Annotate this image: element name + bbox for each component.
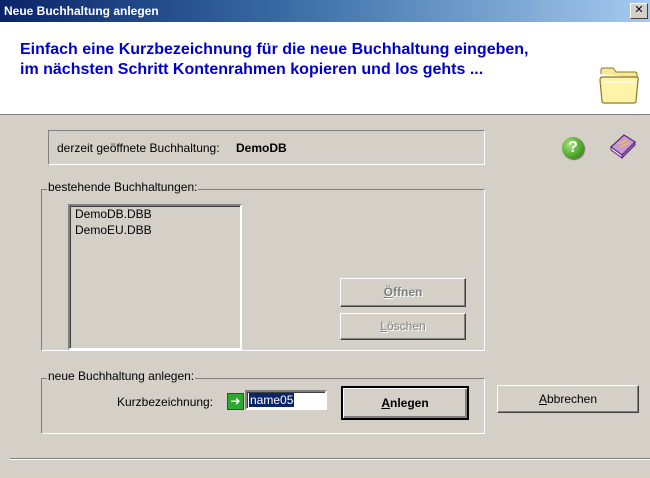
title-bar: Neue Buchhaltung anlegen ✕ <box>0 0 650 22</box>
book-icon[interactable] <box>608 131 638 159</box>
header-panel: Einfach eine Kurzbezeichnung für die neu… <box>0 22 650 115</box>
folder-icon <box>599 67 639 104</box>
new-database-label: neue Buchhaltung anlegen: <box>47 369 196 383</box>
create-button[interactable]: Anlegen <box>341 386 469 420</box>
close-button[interactable]: ✕ <box>630 3 648 19</box>
short-name-label: Kurzbezeichnung: <box>117 395 214 409</box>
window-title: Neue Buchhaltung anlegen <box>4 4 159 18</box>
list-item[interactable]: DemoEU.DBB <box>70 222 240 238</box>
existing-databases-label: bestehende Buchhaltungen: <box>47 180 199 194</box>
open-button[interactable]: Öffnen <box>340 278 466 307</box>
cancel-button-label: bbrechen <box>546 392 598 406</box>
arrow-right-icon: ➜ <box>227 393 244 410</box>
short-name-value: name05 <box>249 393 295 407</box>
list-item[interactable]: DemoDB.DBB <box>70 206 240 222</box>
create-button-access-key: A <box>381 396 390 410</box>
current-database-label: derzeit geöffnete Buchhaltung: <box>57 141 220 155</box>
cancel-button-access-key: A <box>538 392 547 406</box>
cancel-button[interactable]: Abbrechen <box>497 385 639 413</box>
status-bar <box>10 458 650 478</box>
header-line-2: im nächsten Schritt Kontenrahmen kopiere… <box>20 61 484 78</box>
open-button-label: ffnen <box>393 285 423 299</box>
help-icon[interactable]: ? <box>562 137 584 159</box>
header-message: Einfach eine Kurzbezeichnung für die neu… <box>20 40 590 80</box>
close-icon: ✕ <box>634 4 644 16</box>
header-line-1: Einfach eine Kurzbezeichnung für die neu… <box>20 41 529 58</box>
short-name-input[interactable]: name05 <box>245 390 327 410</box>
current-database-value: DemoDB <box>236 141 287 155</box>
open-button-access-key: Ö <box>383 285 393 299</box>
current-database-panel: derzeit geöffnete Buchhaltung: DemoDB <box>48 130 485 165</box>
delete-button-access-key: L <box>380 319 387 333</box>
delete-button[interactable]: Löschen <box>340 313 466 340</box>
delete-button-label: öschen <box>386 319 426 333</box>
help-glyph: ? <box>568 139 578 156</box>
create-button-label: nlegen <box>390 396 429 410</box>
database-list[interactable]: DemoDB.DBB DemoEU.DBB <box>68 204 242 350</box>
